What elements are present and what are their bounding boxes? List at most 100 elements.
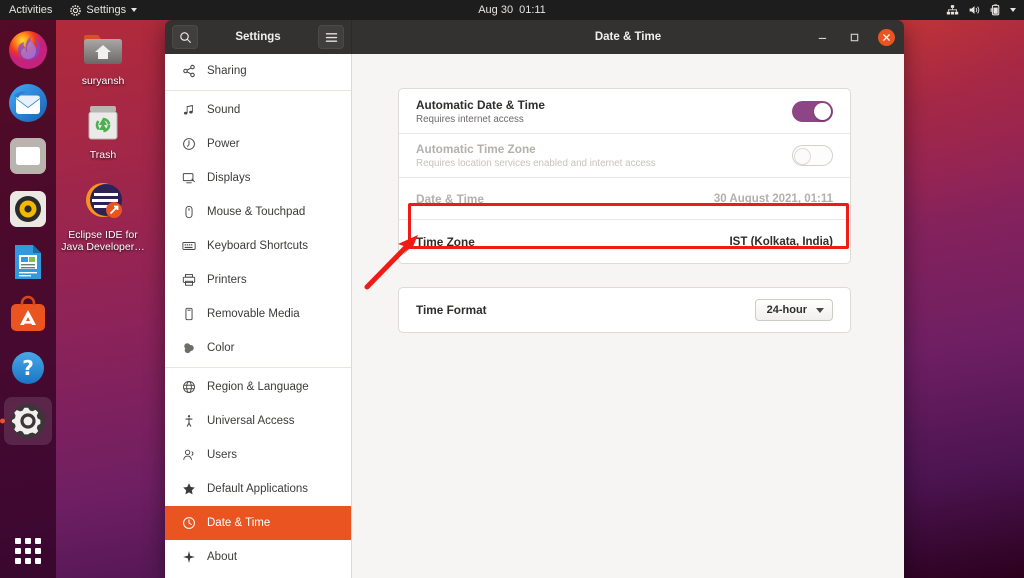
eclipse-icon bbox=[57, 178, 149, 226]
desktop-icon-label-line2: Java Developer… bbox=[61, 241, 145, 253]
sidebar-item-label: Printers bbox=[207, 274, 247, 286]
date-time-value: 30 August 2021, 01:11 bbox=[713, 192, 833, 205]
info-icon bbox=[182, 550, 196, 564]
titlebar-right: Date & Time bbox=[352, 20, 904, 54]
time-format-dropdown[interactable]: 24-hour bbox=[754, 299, 833, 321]
trash-icon bbox=[57, 98, 149, 146]
app-grid-dot bbox=[35, 558, 41, 564]
sidebar-item-users[interactable]: Users bbox=[165, 438, 351, 472]
desktop-icon-home-folder[interactable]: suryansh bbox=[57, 24, 149, 87]
sidebar-separator bbox=[165, 90, 351, 91]
dock-item-ubuntu-software[interactable] bbox=[4, 291, 52, 339]
star-icon bbox=[182, 482, 196, 496]
sidebar-item-label: Keyboard Shortcuts bbox=[207, 240, 309, 252]
date-time-card: Automatic Date & Time Requires internet … bbox=[398, 88, 851, 264]
clock-date: Aug 30 bbox=[478, 4, 514, 16]
sidebar-item-about[interactable]: About bbox=[165, 540, 351, 574]
dock-item-rhythmbox[interactable] bbox=[4, 185, 52, 233]
power-icon bbox=[182, 137, 196, 151]
activities-button[interactable]: Activities bbox=[0, 0, 62, 20]
sidebar-item-displays[interactable]: Displays bbox=[165, 161, 351, 195]
row-title: Time Format bbox=[416, 303, 487, 317]
system-tray[interactable] bbox=[946, 4, 1016, 16]
search-button[interactable] bbox=[172, 25, 198, 49]
dock-item-libreoffice-writer[interactable] bbox=[4, 238, 52, 286]
sidebar-title: Settings bbox=[235, 31, 281, 43]
row-subtitle: Requires internet access bbox=[416, 113, 524, 125]
app-menu-label: Settings bbox=[86, 4, 127, 16]
menu-button[interactable] bbox=[318, 25, 344, 49]
sidebar-item-date-time[interactable]: Date & Time bbox=[165, 506, 351, 540]
maximize-icon bbox=[850, 33, 858, 41]
dock-item-settings[interactable] bbox=[4, 397, 52, 445]
app-grid-dot bbox=[25, 558, 31, 564]
minimize-button[interactable] bbox=[814, 29, 830, 45]
sidebar-item-sound[interactable]: Sound bbox=[165, 93, 351, 127]
desktop-icon-eclipse-ide[interactable]: Eclipse IDE for Java Developer… bbox=[57, 178, 149, 253]
automatic-date-time-toggle[interactable] bbox=[792, 100, 833, 122]
sidebar-separator bbox=[165, 367, 351, 368]
sidebar-item-label: Universal Access bbox=[207, 415, 295, 427]
dock-item-help[interactable]: ? bbox=[4, 344, 52, 392]
maximize-button[interactable] bbox=[846, 29, 862, 45]
activities-label: Activities bbox=[9, 4, 53, 16]
automatic-time-zone-toggle[interactable] bbox=[792, 145, 833, 166]
sidebar-item-universal-access[interactable]: Universal Access bbox=[165, 404, 351, 438]
sidebar-item-label: Sound bbox=[207, 104, 241, 116]
titlebar-left: Settings bbox=[165, 20, 352, 54]
sidebar-item-color[interactable]: Color bbox=[165, 331, 351, 365]
row-title: Time Zone bbox=[416, 234, 475, 249]
time-zone-value: IST (Kolkata, India) bbox=[729, 235, 833, 248]
keyboard-icon bbox=[182, 239, 196, 253]
row-automatic-time-zone: Automatic Time Zone Requires location se… bbox=[399, 133, 850, 177]
sidebar-item-label: About bbox=[207, 551, 238, 563]
sidebar-item-region-language[interactable]: Region & Language bbox=[165, 370, 351, 404]
sidebar-item-label: Sharing bbox=[207, 65, 247, 77]
sidebar-item-label: Removable Media bbox=[207, 308, 300, 320]
sidebar-item-printers[interactable]: Printers bbox=[165, 263, 351, 297]
dock: ? bbox=[0, 20, 56, 578]
window-body: Sharing Sound Power Displays Mouse & Tou… bbox=[165, 54, 904, 578]
sidebar-item-default-applications[interactable]: Default Applications bbox=[165, 472, 351, 506]
toggle-knob bbox=[794, 148, 811, 165]
time-format-value: 24-hour bbox=[766, 304, 807, 316]
clock-icon bbox=[182, 516, 196, 530]
app-menu-button[interactable]: Settings bbox=[62, 0, 145, 20]
sidebar-item-label: Power bbox=[207, 138, 240, 150]
dock-item-firefox[interactable] bbox=[4, 26, 52, 74]
sidebar-item-power[interactable]: Power bbox=[165, 127, 351, 161]
chevron-down-icon[interactable] bbox=[1010, 8, 1016, 12]
row-automatic-date-time[interactable]: Automatic Date & Time Requires internet … bbox=[399, 89, 850, 133]
sidebar-item-removable-media[interactable]: Removable Media bbox=[165, 297, 351, 331]
row-date-and-time: Date & Time 30 August 2021, 01:11 bbox=[399, 177, 850, 219]
row-text: Automatic Date & Time Requires internet … bbox=[416, 98, 545, 125]
sidebar-item-mouse-touchpad[interactable]: Mouse & Touchpad bbox=[165, 195, 351, 229]
sidebar-item-keyboard-shortcuts[interactable]: Keyboard Shortcuts bbox=[165, 229, 351, 263]
battery-charging-icon bbox=[990, 4, 1000, 16]
clock-button[interactable]: Aug 30 01:11 bbox=[478, 4, 546, 16]
row-time-zone[interactable]: Time Zone IST (Kolkata, India) bbox=[399, 219, 850, 263]
chevron-down-icon bbox=[131, 8, 138, 12]
gnome-top-bar: Activities Settings Aug 30 01:11 bbox=[0, 0, 1024, 20]
app-grid-dot bbox=[35, 538, 41, 544]
show-applications-button[interactable] bbox=[15, 538, 41, 564]
desktop-icon-label: suryansh bbox=[81, 75, 125, 87]
app-grid-dot bbox=[25, 538, 31, 544]
minimize-icon bbox=[818, 37, 826, 39]
row-text: Automatic Time Zone Requires location se… bbox=[416, 142, 656, 169]
volume-icon bbox=[969, 6, 980, 14]
close-button[interactable] bbox=[878, 28, 895, 46]
sidebar-item-sharing[interactable]: Sharing bbox=[165, 54, 351, 88]
rhythmbox-icon bbox=[10, 191, 46, 227]
app-grid-dot bbox=[35, 548, 41, 554]
sidebar-item-label: Date & Time bbox=[207, 517, 271, 529]
desktop-icon-label: Trash bbox=[89, 149, 117, 161]
sidebar-item-label: Default Applications bbox=[207, 483, 309, 495]
sidebar-item-label: Region & Language bbox=[207, 381, 309, 393]
dock-item-files[interactable] bbox=[4, 132, 52, 180]
globe-icon bbox=[182, 380, 196, 394]
dock-item-thunderbird[interactable] bbox=[4, 79, 52, 127]
files-icon bbox=[10, 138, 46, 174]
removable-media-icon bbox=[182, 307, 196, 321]
desktop-icon-trash[interactable]: Trash bbox=[57, 98, 149, 161]
